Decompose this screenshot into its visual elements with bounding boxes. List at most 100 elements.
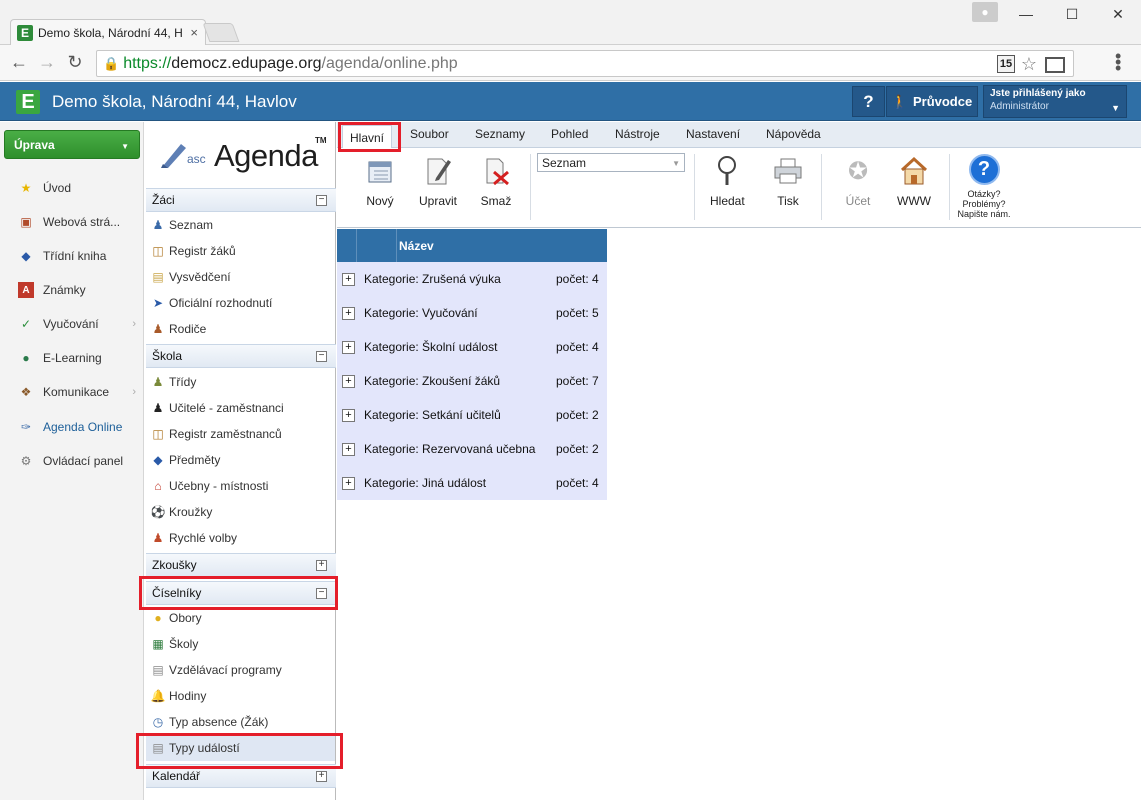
edupage-logo[interactable]: E: [16, 90, 40, 114]
agenda-item-rodice[interactable]: ♟ Rodiče: [146, 316, 335, 342]
agenda-item-ucebny[interactable]: ⌂ Učebny - místnosti: [146, 473, 335, 499]
tab-napoveda[interactable]: Nápověda: [766, 127, 821, 141]
close-tab-icon[interactable]: ×: [190, 25, 198, 40]
tab-pohled[interactable]: Pohled: [551, 127, 588, 141]
agenda-item-obory[interactable]: ● Obory: [146, 605, 335, 631]
print-button[interactable]: Tisk: [772, 154, 804, 208]
tab-nastaveni[interactable]: Nastavení: [686, 127, 740, 141]
table-row[interactable]: + Kategorie: Jiná událost počet: 4: [337, 466, 607, 500]
view-select[interactable]: Seznam ▼: [537, 153, 685, 172]
agenda-item-hodiny[interactable]: 🔔 Hodiny: [146, 683, 335, 709]
contact-support-button[interactable]: ? Otázky? Problémy? Napište nám.: [954, 154, 1014, 219]
new-button[interactable]: Nový: [364, 154, 396, 208]
delete-button[interactable]: Smaž: [480, 154, 512, 208]
section-skola[interactable]: Škola −: [146, 344, 336, 368]
agenda-item-registr-zamestnancu[interactable]: ◫ Registr zaměstnanců: [146, 421, 335, 447]
sidebar-item-elearning[interactable]: ● E-Learning: [0, 341, 144, 375]
sidebar-item-agenda-online[interactable]: ✑ Agenda Online: [0, 410, 144, 444]
agenda-item-predmety[interactable]: ◆ Předměty: [146, 447, 335, 473]
table-row[interactable]: + Kategorie: Zkoušení žáků počet: 7: [337, 364, 607, 398]
cast-icon[interactable]: [1045, 57, 1065, 73]
agenda-item-vysvedceni[interactable]: ▤ Vysvědčení: [146, 264, 335, 290]
www-button[interactable]: WWW: [897, 154, 931, 208]
ribbon-separator: [821, 154, 822, 220]
tab-hlavni[interactable]: Hlavní: [342, 125, 392, 149]
guide-button[interactable]: 🚶 Průvodce: [886, 86, 978, 117]
profile-icon[interactable]: ●: [972, 2, 998, 22]
section-zkousky[interactable]: Zkoušky +: [146, 553, 336, 577]
agenda-item-tridy[interactable]: ♟ Třídy: [146, 369, 335, 395]
tab-nastroje[interactable]: Nástroje: [615, 127, 660, 141]
agenda-item-typy-udalosti[interactable]: ▤ Typy událostí: [146, 735, 335, 761]
table-row[interactable]: + Kategorie: Školní událost počet: 4: [337, 330, 607, 364]
agenda-item-programy[interactable]: ▤ Vzdělávací programy: [146, 657, 335, 683]
extension-badge[interactable]: 15: [997, 55, 1015, 73]
sidebar-item-class-book[interactable]: ◆ Třídní kniha: [0, 239, 144, 273]
close-window-icon[interactable]: ✕: [1095, 0, 1141, 28]
magnifier-icon: [711, 154, 743, 188]
agenda-item-skoly[interactable]: ▦ Školy: [146, 631, 335, 657]
sidebar-item-teaching[interactable]: ✓ Vyučování ›: [0, 307, 144, 341]
sidebar-item-uvod[interactable]: ★ Úvod: [0, 171, 144, 205]
expand-row-icon[interactable]: +: [342, 374, 355, 388]
collapse-icon[interactable]: −: [316, 588, 327, 599]
account-button[interactable]: ✪ Účet: [842, 154, 874, 209]
agenda-item-typ-absence[interactable]: ◷ Typ absence (Žák): [146, 709, 335, 735]
new-tab-button[interactable]: [202, 23, 240, 42]
browser-tab[interactable]: E Demo škola, Národní 44, H ×: [10, 19, 206, 45]
section-kalendar[interactable]: Kalendář +: [146, 764, 336, 788]
maximize-icon[interactable]: ☐: [1049, 0, 1095, 28]
reload-icon[interactable]: ↻: [64, 52, 86, 73]
agenda-item-ucitele[interactable]: ♟ Učitelé - zaměstnanci: [146, 395, 335, 421]
tab-soubor[interactable]: Soubor: [410, 127, 449, 141]
sidebar-item-website[interactable]: ▣ Webová strá...: [0, 205, 144, 239]
help-button[interactable]: ?: [852, 86, 885, 117]
edit-mode-button[interactable]: Úprava ▼: [4, 130, 140, 159]
expand-icon[interactable]: +: [316, 771, 327, 782]
expand-icon[interactable]: +: [316, 560, 327, 571]
tab-seznamy[interactable]: Seznamy: [475, 127, 525, 141]
sidebar-item-communication[interactable]: ❖ Komunikace ›: [0, 375, 144, 409]
event-types-icon: ▤: [152, 741, 164, 755]
guide-label: Průvodce: [912, 94, 973, 109]
table-row[interactable]: + Kategorie: Zrušená výuka počet: 4: [337, 262, 607, 296]
calendar-new-icon: [364, 154, 396, 188]
collapse-icon[interactable]: −: [316, 351, 327, 362]
agenda-item-rozhodnuti[interactable]: ➤ Oficiální rozhodnutí: [146, 290, 335, 316]
expand-row-icon[interactable]: +: [342, 340, 355, 354]
column-name-header[interactable]: Název: [397, 239, 434, 253]
programs-icon: ▤: [152, 663, 164, 677]
bookmark-star-icon[interactable]: ☆: [1021, 54, 1037, 75]
browser-menu-icon[interactable]: • • •: [1115, 47, 1121, 77]
agenda-item-krouzky[interactable]: ⚽ Kroužky: [146, 499, 335, 525]
section-zaci[interactable]: Žáci −: [146, 188, 336, 212]
sidebar-item-grades[interactable]: A Známky: [0, 273, 144, 307]
agenda-item-seznam[interactable]: ♟ Seznam: [146, 212, 335, 238]
pen-logo-icon: [161, 144, 186, 168]
search-button[interactable]: Hledat: [710, 154, 745, 208]
item-label: Hodiny: [169, 689, 207, 703]
sidebar-item-control-panel[interactable]: ⚙ Ovládací panel: [0, 444, 144, 478]
back-icon[interactable]: ←: [8, 52, 30, 73]
agenda-item-rychle-volby[interactable]: ♟ Rychlé volby: [146, 525, 335, 551]
minimize-icon[interactable]: —: [1003, 0, 1049, 28]
expand-row-icon[interactable]: +: [342, 476, 355, 490]
expand-row-icon[interactable]: +: [342, 442, 355, 456]
forward-icon[interactable]: →: [36, 52, 58, 73]
address-bar[interactable]: 🔒 https:// democz.edupage.org /agenda/on…: [96, 50, 1074, 77]
user-menu[interactable]: Jste přihlášený jako Administrátor ▼: [983, 85, 1127, 118]
chevron-down-icon: ▼: [1111, 103, 1120, 113]
browser-navbar: ← → ↻ 🔒 https:// democz.edupage.org /age…: [0, 45, 1141, 81]
table-row[interactable]: + Kategorie: Rezervovaná učebna počet: 2: [337, 432, 607, 466]
agenda-item-registr-zaku[interactable]: ◫ Registr žáků: [146, 238, 335, 264]
expand-row-icon[interactable]: +: [342, 306, 355, 320]
table-row[interactable]: + Kategorie: Setkání učitelů počet: 2: [337, 398, 607, 432]
help-text-line: Problémy?: [962, 199, 1006, 209]
section-ciselniky[interactable]: Číselníky −: [146, 581, 336, 605]
table-row[interactable]: + Kategorie: Vyučování počet: 5: [337, 296, 607, 330]
expand-row-icon[interactable]: +: [342, 272, 355, 286]
expand-row-icon[interactable]: +: [342, 408, 355, 422]
collapse-icon[interactable]: −: [316, 195, 327, 206]
item-label: Třídy: [169, 375, 197, 389]
edit-button[interactable]: Upravit: [419, 154, 457, 208]
